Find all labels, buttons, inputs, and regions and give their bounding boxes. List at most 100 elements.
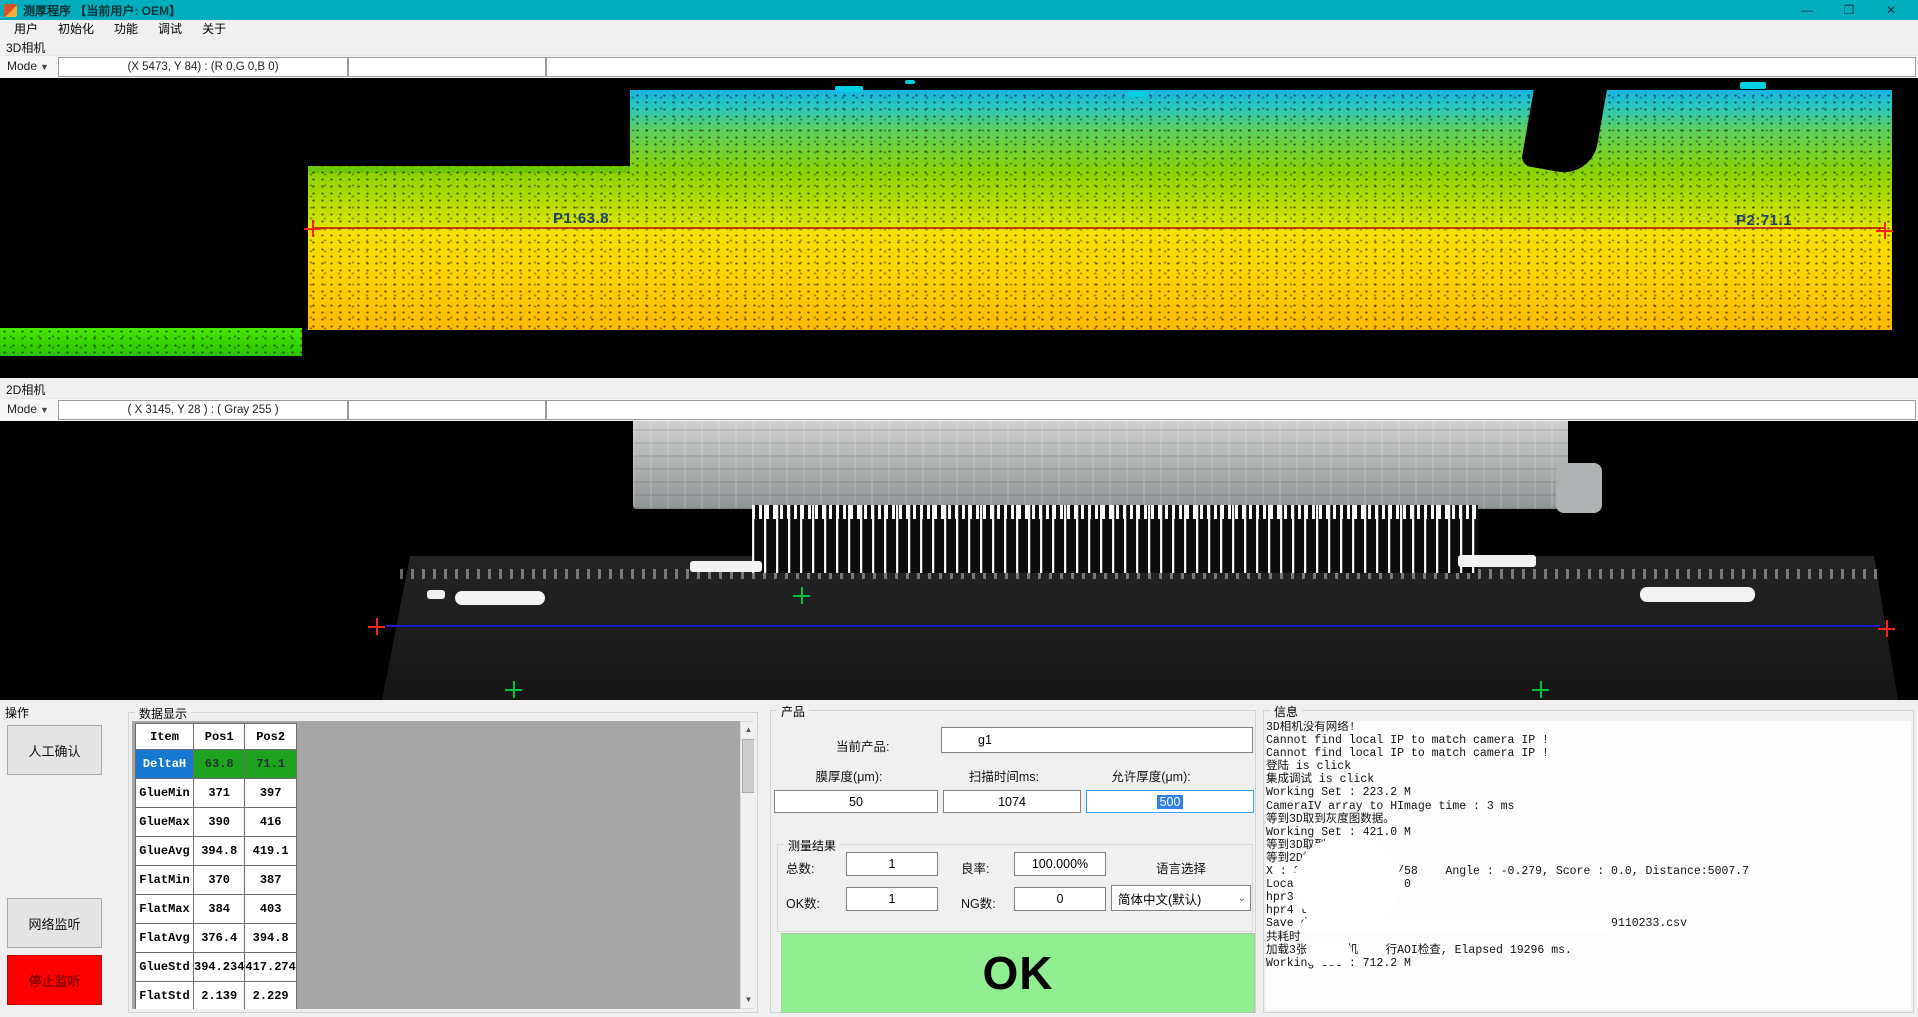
table-row[interactable]: FlatStd2.1392.229 bbox=[136, 982, 297, 1010]
value-cell: 416 bbox=[245, 808, 296, 837]
connector-pin-row bbox=[752, 505, 1478, 519]
pcb-tab bbox=[1556, 463, 1602, 513]
yield-input[interactable]: 100.000% bbox=[1014, 852, 1106, 876]
ng-count-input[interactable]: 0 bbox=[1014, 887, 1106, 911]
scrollbar-thumb[interactable] bbox=[742, 739, 754, 793]
operation-label: 操作 bbox=[5, 704, 29, 721]
ok-count-input[interactable]: 1 bbox=[846, 887, 938, 911]
heightmap-left-shoulder bbox=[308, 166, 632, 173]
film-thickness-input[interactable]: 50 bbox=[774, 790, 938, 813]
camera3d-toolbar: Mode▼ (X 5473, Y 84) : (R 0,G 0,B 0) bbox=[0, 55, 1918, 78]
item-cell: GlueAvg bbox=[136, 837, 194, 866]
p1-annotation: P1:63.8 bbox=[553, 210, 609, 227]
menu-item-4[interactable]: 调试 bbox=[148, 20, 192, 38]
table-row[interactable]: FlatMax384403 bbox=[136, 895, 297, 924]
value-cell: 394.234 bbox=[194, 953, 245, 982]
table-row[interactable]: GlueStd394.234417.274 bbox=[136, 953, 297, 982]
value-cell: 63.8 bbox=[194, 750, 245, 779]
value-cell: 394.8 bbox=[194, 837, 245, 866]
table-scrollbar[interactable]: ▲ ▼ bbox=[740, 721, 754, 1009]
table-row[interactable]: DeltaH63.871.1 bbox=[136, 750, 297, 779]
value-cell: 403 bbox=[245, 895, 296, 924]
product-panel: 产品 当前产品: g1 膜厚度(μm): 扫描时间ms: 允许厚度(μm): 5… bbox=[770, 710, 1256, 1013]
titlebar: 测厚程序 【当前用户: OEM】 — ❐ ✕ bbox=[0, 0, 1918, 20]
menu-item-1[interactable]: 用户 bbox=[4, 20, 48, 38]
glue-blob bbox=[1640, 587, 1755, 602]
white-segment bbox=[690, 561, 762, 572]
noise-speck bbox=[1128, 92, 1148, 97]
menu-item-5[interactable]: 关于 bbox=[192, 20, 236, 38]
measurement-line-3d bbox=[312, 227, 1886, 229]
scan-time-label: 扫描时间ms: bbox=[969, 766, 1039, 785]
allow-thickness-input[interactable]: 500 bbox=[1086, 790, 1254, 813]
scan-time-input[interactable]: 1074 bbox=[943, 790, 1081, 813]
item-cell: GlueMax bbox=[136, 808, 194, 837]
measure-cross-left bbox=[304, 220, 321, 237]
pcb-texture bbox=[633, 421, 1568, 509]
camera3d-viewport[interactable]: P1:63.8 P2:71.1 bbox=[0, 78, 1918, 378]
heightmap-mid-band bbox=[308, 173, 1892, 226]
noise-speck bbox=[835, 86, 863, 92]
manual-confirm-button[interactable]: 人工确认 bbox=[7, 725, 102, 775]
table-header-row: ItemPos1Pos2 bbox=[136, 724, 297, 750]
item-cell: FlatMax bbox=[136, 895, 194, 924]
measure-cross-left-2d bbox=[368, 618, 385, 635]
log-line: 等到3D取到灰度图数据。 bbox=[1266, 813, 1911, 826]
redaction-blob bbox=[1306, 943, 1352, 965]
table-row[interactable]: GlueAvg394.8419.1 bbox=[136, 837, 297, 866]
language-select[interactable]: 简体中文(默认) ⌄ bbox=[1111, 885, 1251, 911]
mode-dropdown-2d[interactable]: Mode▼ bbox=[3, 400, 53, 419]
table-row[interactable]: FlatMin370387 bbox=[136, 866, 297, 895]
redaction-blob bbox=[1301, 918, 1613, 933]
pixel-info-2d: ( X 3145, Y 28 ) : ( Gray 255 ) bbox=[58, 400, 348, 420]
value-cell: 71.1 bbox=[245, 750, 296, 779]
stop-listen-button[interactable]: 停止监听 bbox=[7, 955, 102, 1005]
log-line: 加载3张 相机 行AOI检查, Elapsed 19296 ms. bbox=[1266, 944, 1911, 957]
heightmap-left-strip bbox=[0, 328, 302, 356]
camera2d-toolbar: Mode▼ ( X 3145, Y 28 ) : ( Gray 255 ) bbox=[0, 398, 1918, 421]
menu-item-2[interactable]: 初始化 bbox=[48, 20, 104, 38]
log-line: Working Set : 712.2 M bbox=[1266, 957, 1911, 970]
log-line: 登陆 is click bbox=[1266, 760, 1911, 773]
camera2d-viewport[interactable] bbox=[0, 421, 1918, 700]
noise-speck bbox=[905, 80, 915, 84]
menu-item-3[interactable]: 功能 bbox=[104, 20, 148, 38]
log-line: 集成调试 is click bbox=[1266, 773, 1911, 786]
close-button[interactable]: ✕ bbox=[1870, 0, 1912, 20]
item-cell: FlatAvg bbox=[136, 924, 194, 953]
log-line: CameraIV array to HImage time : 3 ms bbox=[1266, 800, 1911, 813]
maximize-button[interactable]: ❐ bbox=[1828, 0, 1870, 20]
toolbar-box-3d-long bbox=[546, 57, 1916, 77]
p2-annotation: P2:71.1 bbox=[1736, 212, 1792, 229]
mode-dropdown-3d[interactable]: Mode▼ bbox=[3, 57, 53, 76]
locate-cross-green bbox=[1532, 681, 1549, 698]
table-row[interactable]: FlatAvg376.4394.8 bbox=[136, 924, 297, 953]
table-column-header: Item bbox=[136, 724, 194, 750]
total-input[interactable]: 1 bbox=[846, 852, 938, 876]
current-product-input[interactable]: g1 bbox=[941, 727, 1253, 753]
product-label: 产品 bbox=[777, 703, 809, 720]
item-cell: FlatStd bbox=[136, 982, 194, 1010]
camera2d-label: 2D相机 bbox=[6, 381, 45, 398]
value-cell: 387 bbox=[245, 866, 296, 895]
info-label: 信息 bbox=[1270, 703, 1302, 720]
network-listen-button[interactable]: 网络监听 bbox=[7, 898, 102, 948]
measurement-line-2d bbox=[386, 625, 1880, 627]
value-cell: 2.229 bbox=[245, 982, 296, 1010]
table-row[interactable]: GlueMin371397 bbox=[136, 779, 297, 808]
table-row[interactable]: GlueMax390416 bbox=[136, 808, 297, 837]
measure-cross-right-2d bbox=[1878, 620, 1895, 637]
log-line: Working Set : 223.2 M bbox=[1266, 786, 1911, 799]
minimize-button[interactable]: — bbox=[1786, 0, 1828, 20]
data-display-panel: 数据显示 ItemPos1Pos2 DeltaH63.871.1GlueMin3… bbox=[128, 712, 758, 1013]
ok-count-label: OK数: bbox=[786, 893, 820, 912]
value-cell: 417.274 bbox=[245, 953, 296, 982]
scroll-up-icon[interactable]: ▲ bbox=[741, 722, 754, 738]
scroll-down-icon[interactable]: ▼ bbox=[741, 992, 754, 1008]
locate-cross-green bbox=[793, 587, 810, 604]
value-cell: 376.4 bbox=[194, 924, 245, 953]
table-column-header: Pos1 bbox=[194, 724, 245, 750]
log-line: Cannot find local IP to match camera IP … bbox=[1266, 734, 1911, 747]
value-cell: 384 bbox=[194, 895, 245, 924]
chevron-down-icon: ▼ bbox=[40, 62, 49, 72]
